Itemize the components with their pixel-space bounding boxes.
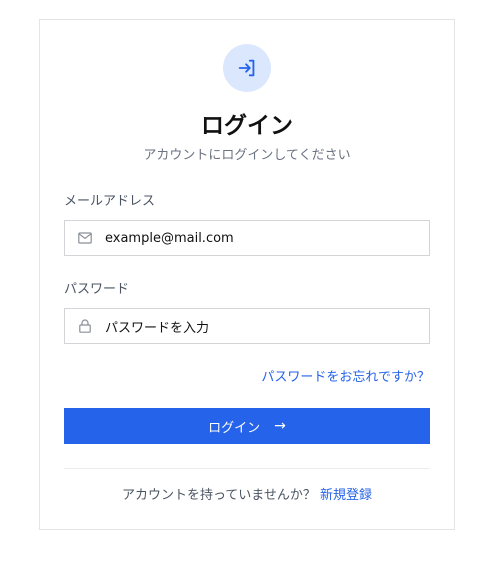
lock-icon [77,318,93,334]
mail-icon [77,230,93,246]
login-card: ログイン アカウントにログインしてください メールアドレス example@ma… [39,19,455,530]
page-subtitle: アカウントにログインしてください [143,148,351,163]
password-field[interactable]: パスワードを入力 [64,308,430,344]
login-icon [236,57,258,79]
login-icon-badge [223,44,271,92]
arrow-right-icon: → [274,418,286,434]
signup-link[interactable]: 新規登録 [320,488,372,503]
divider [64,468,430,469]
email-value[interactable]: example@mail.com [105,231,234,246]
page-title: ログイン [201,113,293,139]
login-button-label: ログイン [208,420,261,436]
signup-prompt-text: アカウントを持っていませんか？ [121,488,316,503]
forgot-password-link[interactable]: パスワードをお忘れですか？ [261,369,430,387]
password-label: パスワード [64,282,130,297]
password-placeholder[interactable]: パスワードを入力 [105,317,209,336]
login-button[interactable]: ログイン → [64,408,430,444]
signup-prompt: アカウントを持っていませんか？ 新規登録 [40,487,454,505]
email-field[interactable]: example@mail.com [64,220,430,256]
email-label: メールアドレス [64,194,156,209]
